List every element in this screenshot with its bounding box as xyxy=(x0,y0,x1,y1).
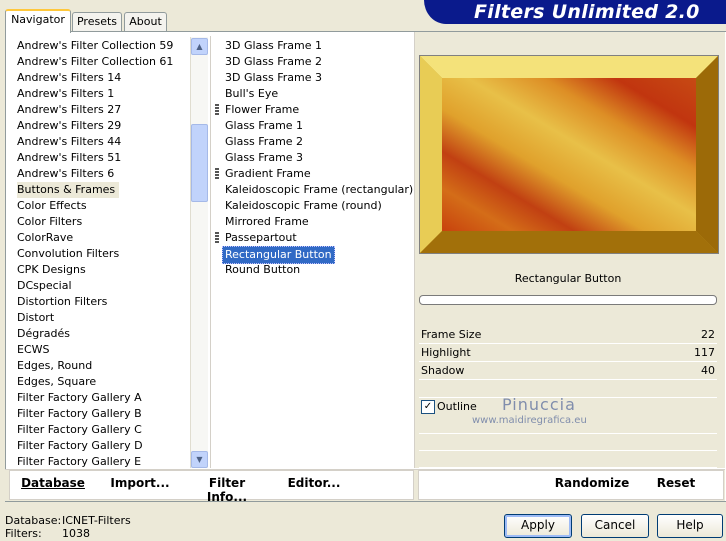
scroll-thumb[interactable] xyxy=(191,124,208,202)
category-item[interactable]: Andrew's Filters 27 xyxy=(17,102,121,118)
category-item[interactable]: Andrew's Filter Collection 61 xyxy=(17,54,173,70)
tab-navigator[interactable]: Navigator xyxy=(5,9,71,33)
category-item[interactable]: Filter Factory Gallery A xyxy=(17,390,142,406)
filter-info-button[interactable]: Filter Info... xyxy=(188,476,266,504)
selected-filter-name: Rectangular Button xyxy=(514,272,622,285)
param-value: 22 xyxy=(701,328,715,341)
filter-item[interactable]: Gradient Frame xyxy=(225,166,311,182)
empty-param-row xyxy=(419,434,717,451)
filter-item[interactable]: Bull's Eye xyxy=(225,86,278,102)
outline-label: Outline xyxy=(437,400,477,413)
category-item[interactable]: Edges, Square xyxy=(17,374,96,390)
category-list[interactable]: Andrew's Filter Collection 59 Andrew's Fi… xyxy=(9,36,207,468)
preview-frame-graphic xyxy=(420,56,718,253)
filter-item[interactable]: 3D Glass Frame 2 xyxy=(225,54,322,70)
category-item[interactable]: DCspecial xyxy=(17,278,72,294)
category-item[interactable]: ColorRave xyxy=(17,230,73,246)
watermark-name: Pinuccia xyxy=(502,395,576,414)
param-frame-size[interactable]: Frame Size 22 xyxy=(419,326,717,344)
category-scrollbar[interactable]: ▲ ▼ xyxy=(190,37,208,468)
filter-item[interactable]: 3D Glass Frame 3 xyxy=(225,70,322,86)
param-highlight[interactable]: Highlight 117 xyxy=(419,344,717,362)
outline-checkbox[interactable]: ✓ xyxy=(421,400,435,414)
preview-image xyxy=(419,55,719,254)
category-item[interactable]: Buttons & Frames xyxy=(17,182,120,198)
filter-marker-icon xyxy=(215,232,219,244)
category-item[interactable]: Andrew's Filters 6 xyxy=(17,166,114,182)
category-item[interactable]: Edges, Round xyxy=(17,358,92,374)
filter-marker-icon xyxy=(215,104,219,116)
scroll-up-icon[interactable]: ▲ xyxy=(191,38,208,55)
filters-count-value: 1038 xyxy=(62,527,90,540)
category-item[interactable]: Andrew's Filter Collection 59 xyxy=(17,38,173,54)
category-item[interactable]: Andrew's Filters 44 xyxy=(17,134,121,150)
category-item[interactable]: Filter Factory Gallery C xyxy=(17,422,142,438)
filter-item[interactable]: 3D Glass Frame 1 xyxy=(225,38,322,54)
category-item[interactable]: Andrew's Filters 1 xyxy=(17,86,114,102)
param-shadow[interactable]: Shadow 40 xyxy=(419,362,717,380)
list-divider xyxy=(210,36,211,468)
param-label: Highlight xyxy=(421,346,471,359)
empty-param-row xyxy=(419,451,717,468)
filter-marker-icon xyxy=(215,168,219,180)
database-status-value: ICNET-Filters xyxy=(62,514,131,527)
filter-list[interactable]: 3D Glass Frame 1 3D Glass Frame 2 3D Glass… xyxy=(212,36,413,468)
editor-button[interactable]: Editor... xyxy=(285,476,343,490)
category-item[interactable]: CPK Designs xyxy=(17,262,86,278)
empty-param-row xyxy=(419,417,717,434)
tab-about[interactable]: About xyxy=(124,12,167,31)
category-item[interactable]: Filter Factory Gallery D xyxy=(17,438,143,454)
filter-item[interactable]: Kaleidoscopic Frame (round) xyxy=(225,198,382,214)
category-item[interactable]: Andrew's Filters 51 xyxy=(17,150,121,166)
filter-item[interactable]: Glass Frame 3 xyxy=(225,150,303,166)
filter-item[interactable]: Glass Frame 2 xyxy=(225,134,303,150)
reset-button[interactable]: Reset xyxy=(648,476,704,490)
category-item[interactable]: Distortion Filters xyxy=(17,294,107,310)
param-label: Frame Size xyxy=(421,328,482,341)
filter-item[interactable]: Kaleidoscopic Frame (rectangular) xyxy=(225,182,413,198)
category-item[interactable]: Andrew's Filters 14 xyxy=(17,70,121,86)
category-item[interactable]: Color Effects xyxy=(17,198,87,214)
scroll-down-icon[interactable]: ▼ xyxy=(191,451,208,468)
cancel-button[interactable]: Cancel xyxy=(581,514,649,538)
category-item[interactable]: Color Filters xyxy=(17,214,82,230)
filter-item[interactable]: Round Button xyxy=(225,262,300,278)
help-button[interactable]: Help xyxy=(657,514,723,538)
category-item[interactable]: Distort xyxy=(17,310,54,326)
category-item[interactable]: Dégradés xyxy=(17,326,70,342)
database-button-label: Database xyxy=(21,476,85,490)
tab-presets[interactable]: Presets xyxy=(72,12,122,31)
filters-count-label: Filters: xyxy=(5,527,42,540)
category-item[interactable]: Filter Factory Gallery E xyxy=(17,454,141,470)
category-item[interactable]: Andrew's Filters 29 xyxy=(17,118,121,134)
param-label: Shadow xyxy=(421,364,465,377)
progress-bar xyxy=(419,295,717,305)
filter-item[interactable]: Passepartout xyxy=(225,230,297,246)
param-value: 40 xyxy=(701,364,715,377)
filter-item[interactable]: Flower Frame xyxy=(225,102,299,118)
category-item[interactable]: ECWS xyxy=(17,342,50,358)
database-button[interactable]: Database xyxy=(18,476,88,490)
database-status-label: Database: xyxy=(5,514,62,527)
filter-item[interactable]: Glass Frame 1 xyxy=(225,118,303,134)
filter-item[interactable]: Mirrored Frame xyxy=(225,214,309,230)
param-value: 117 xyxy=(694,346,715,359)
import-button[interactable]: Import... xyxy=(108,476,172,490)
apply-button[interactable]: Apply xyxy=(504,514,572,538)
category-item[interactable]: Convolution Filters xyxy=(17,246,119,262)
randomize-button[interactable]: Randomize xyxy=(552,476,632,490)
category-item[interactable]: Filter Factory Gallery B xyxy=(17,406,142,422)
app-title: Filters Unlimited 2.0 xyxy=(474,1,700,23)
